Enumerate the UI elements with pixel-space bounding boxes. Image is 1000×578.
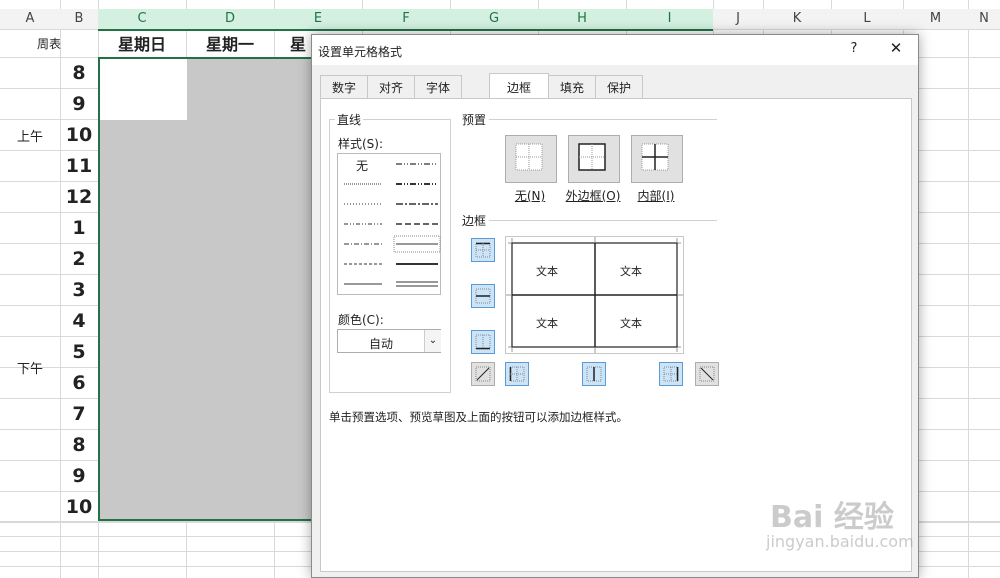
header-sunday[interactable]: 星期日 [98,29,186,57]
color-select[interactable]: 自动 ⌄ [337,329,441,353]
border-diagonal-down-button[interactable] [695,362,719,386]
column-header-F[interactable]: F [362,9,450,31]
diagonal-up-icon [475,366,491,382]
preset-outline-button[interactable] [568,135,620,183]
preset-inside-button[interactable] [631,135,683,183]
style-label: 样式(S): [338,137,384,151]
hour-cell[interactable]: 8 [60,429,98,460]
column-header-L[interactable]: L [831,9,903,29]
border-inside-vertical-button[interactable] [582,362,606,386]
hour-cell[interactable]: 5 [60,336,98,367]
border-right-icon [663,366,679,382]
border-inside-vertical-icon [586,366,602,382]
diagonal-down-icon [699,366,715,382]
column-header-K[interactable]: K [763,9,831,29]
selected-fill [100,59,312,519]
hour-cell[interactable]: 9 [60,88,98,119]
hour-cell[interactable]: 9 [60,460,98,491]
hour-cell[interactable]: 12 [60,181,98,212]
color-value: 自动 [368,337,393,351]
hour-cell[interactable]: 10 [60,491,98,522]
dialog-title: 设置单元格格式 [318,45,403,59]
hour-cell[interactable]: 11 [60,150,98,181]
preset-none-icon [515,143,543,171]
preset-outline-icon [578,143,606,171]
preset-divider [489,119,717,120]
preview-text-1: 文本 [536,265,558,278]
column-header-A[interactable]: A [0,9,60,29]
hour-cell[interactable]: 1 [60,212,98,243]
border-left-icon [509,366,525,382]
hour-cell[interactable]: 3 [60,274,98,305]
hour-cell[interactable]: 7 [60,398,98,429]
border-right-button[interactable] [659,362,683,386]
preset-none-label: 无(N) [514,189,546,203]
border-diagonal-up-button[interactable] [471,362,495,386]
border-group-title: 边框 [460,212,489,229]
line-style-samples [344,163,441,287]
border-bottom-icon [475,334,491,350]
preset-inside-icon [641,143,669,171]
column-header-M[interactable]: M [903,9,968,29]
tab-border[interactable]: 边框 [489,73,549,101]
header-monday[interactable]: 星期一 [186,29,274,57]
corner-label[interactable]: 周表 [0,29,98,57]
border-preview[interactable]: 文本 文本 文本 文本 [505,236,684,354]
border-top-button[interactable] [471,238,495,262]
preset-group-title: 预置 [460,111,489,128]
column-header-G[interactable]: G [450,9,538,31]
active-cell[interactable] [100,59,187,120]
afternoon-label: 下午 [16,361,43,377]
preset-inside-label: 内部(I) [637,189,675,203]
border-inside-horizontal-icon [475,288,491,304]
help-icon[interactable]: ? [844,41,864,56]
morning-label: 上午 [16,129,43,145]
column-header-C[interactable]: C [98,9,186,31]
preview-text-4: 文本 [620,317,642,330]
preview-text-3: 文本 [536,317,558,330]
border-bottom-button[interactable] [471,330,495,354]
border-inside-horizontal-button[interactable] [471,284,495,308]
preview-text-2: 文本 [620,265,642,278]
column-header-D[interactable]: D [186,9,274,31]
color-label: 颜色(C): [338,313,384,327]
hint-text: 单击预置选项、预览草图及上面的按钮可以添加边框样式。 [329,410,628,424]
border-preview-grid [506,237,683,353]
watermark-url: jingyan.baidu.com [766,532,914,551]
column-header-H[interactable]: H [538,9,626,31]
column-header-E[interactable]: E [274,9,362,31]
hour-cell[interactable]: 4 [60,305,98,336]
column-header-N[interactable]: N [968,9,1000,29]
border-left-button[interactable] [505,362,529,386]
close-icon[interactable]: ✕ [886,39,906,57]
border-divider [489,220,717,221]
column-header-B[interactable]: B [60,9,98,29]
dialog-titlebar: 设置单元格格式 ? ✕ [312,35,918,65]
line-group-title: 直线 [335,111,364,128]
watermark-logo: Bai 经验 [770,500,894,535]
preset-none-button[interactable] [505,135,557,183]
hour-cell[interactable]: 6 [60,367,98,398]
hour-cell[interactable]: 2 [60,243,98,274]
chevron-down-icon[interactable]: ⌄ [424,330,441,352]
hour-cell[interactable]: 10 [60,119,98,150]
column-header-J[interactable]: J [713,9,763,29]
selected-range[interactable] [98,57,312,521]
column-header-I[interactable]: I [626,9,713,31]
hour-cell[interactable]: 8 [60,57,98,88]
border-top-icon [475,242,491,258]
line-style-list[interactable]: 无 [337,153,441,295]
preset-outline-label: 外边框(O) [565,189,621,203]
